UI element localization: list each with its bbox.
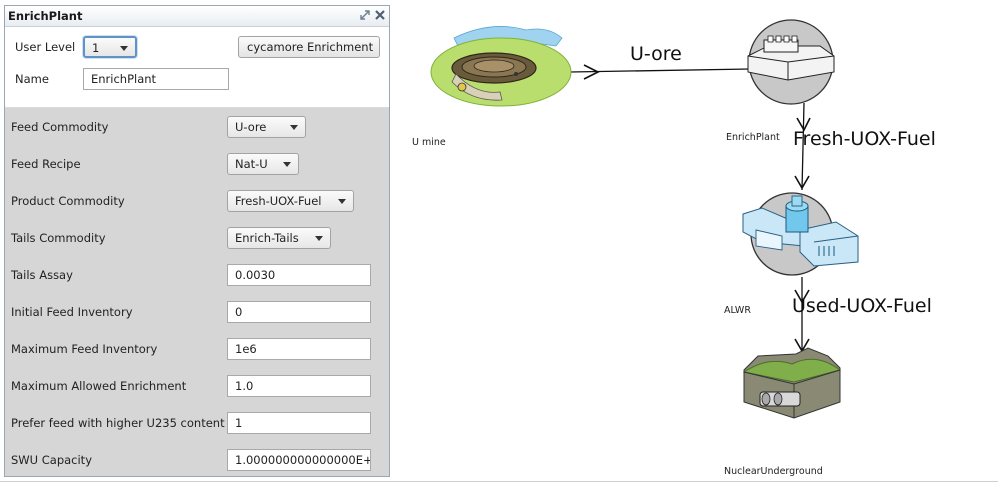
chevron-down-icon [120,46,128,51]
edge-u-ore[interactable] [569,64,751,80]
close-icon[interactable] [374,8,386,22]
swu-capacity-label: SWU Capacity [11,453,92,467]
enrichment-plant-icon[interactable] [747,19,835,105]
feed-commodity-value: U-ore [235,120,267,134]
name-input[interactable]: EnrichPlant [83,68,229,90]
repository-icon[interactable] [742,347,842,419]
user-level-select[interactable]: 1 [83,36,137,58]
chevron-down-icon [290,125,298,130]
tails-assay-input[interactable]: 0.0030 [227,264,371,286]
reactor-icon[interactable] [742,192,859,276]
feed-recipe-value: Nat-U [235,157,268,171]
mine-icon[interactable] [430,26,572,107]
bottom-divider [0,481,998,482]
edge-label-u-ore: U-ore [630,43,682,65]
archetype-button[interactable]: cycamore Enrichment [238,36,380,58]
product-commodity-label: Product Commodity [11,194,125,208]
max-feed-inventory-label: Maximum Feed Inventory [11,342,158,356]
edge-label-fresh-uox-fuel: Fresh-UOX-Fuel [793,128,936,150]
max-allowed-enrichment-input[interactable]: 1.0 [227,375,371,397]
feed-recipe-label: Feed Recipe [11,157,81,171]
prefer-higher-u235-label: Prefer feed with higher U235 content [11,416,225,430]
expand-icon[interactable] [359,8,371,22]
facility-panel: EnrichPlant User Level 1 cycamore Enrich… [4,5,390,477]
feed-commodity-select[interactable]: U-ore [227,116,306,138]
panel-header-area: User Level 1 cycamore Enrichment Name En… [5,27,389,107]
name-label: Name [15,72,49,86]
max-feed-inventory-input[interactable]: 1e6 [227,338,371,360]
tails-assay-label: Tails Assay [11,268,73,282]
node-label-nuclear-underground: NuclearUnderground [724,466,823,477]
product-commodity-value: Fresh-UOX-Fuel [235,194,322,208]
panel-title: EnrichPlant [8,9,83,23]
edge-label-used-uox-fuel: Used-UOX-Fuel [792,295,932,317]
feed-recipe-select[interactable]: Nat-U [227,153,299,175]
graph-svg [430,19,859,419]
node-label-enrich-plant: EnrichPlant [726,132,780,143]
tails-commodity-value: Enrich-Tails [235,231,299,245]
product-commodity-select[interactable]: Fresh-UOX-Fuel [227,190,354,212]
chevron-down-icon [338,199,346,204]
user-level-label: User Level [15,40,76,54]
chevron-down-icon [315,236,323,241]
panel-titlebar[interactable]: EnrichPlant [5,6,389,27]
feed-commodity-label: Feed Commodity [11,120,109,134]
facility-graph-canvas[interactable]: U mine EnrichPlant ALWR NuclearUndergrou… [396,0,998,485]
user-level-value: 1 [92,41,100,55]
chevron-down-icon [283,162,291,167]
max-allowed-enrichment-label: Maximum Allowed Enrichment [11,379,187,393]
tails-commodity-select[interactable]: Enrich-Tails [227,227,331,249]
node-label-u-mine: U mine [412,137,446,148]
facility-form: Feed Commodity U-ore Feed Recipe Nat-U P… [5,108,389,476]
node-label-alwr: ALWR [724,305,751,316]
initial-feed-inventory-input[interactable]: 0 [227,301,371,323]
swu-capacity-input[interactable]: 1.000000000000000E+ [227,449,371,471]
tails-commodity-label: Tails Commodity [11,231,106,245]
initial-feed-inventory-label: Initial Feed Inventory [11,305,133,319]
prefer-higher-u235-input[interactable]: 1 [227,412,371,434]
